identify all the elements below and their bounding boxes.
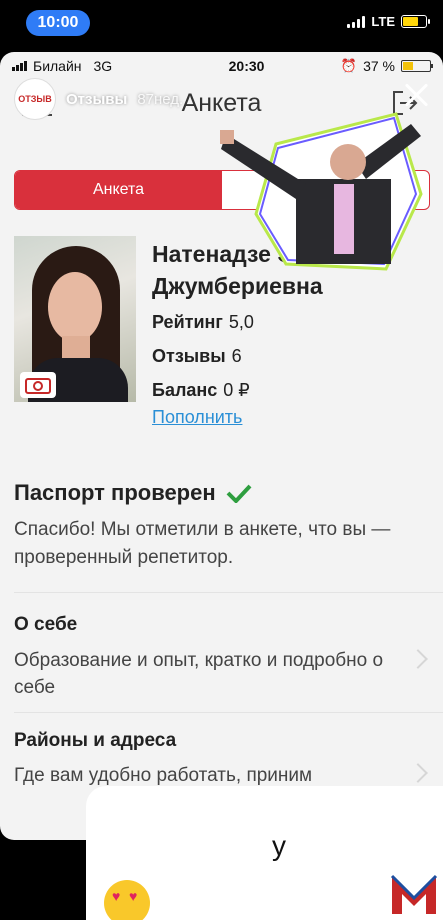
inner-time: 20:30 — [228, 58, 265, 74]
chevron-right-icon[interactable] — [408, 649, 428, 669]
signal-icon — [347, 15, 366, 28]
m-logo-icon — [390, 874, 438, 914]
dab-sticker — [220, 112, 423, 271]
inner-battery-icon — [401, 60, 433, 72]
camera-icon[interactable] — [20, 372, 56, 398]
carrier: Билайн — [33, 58, 82, 74]
divider — [14, 712, 443, 713]
story-age: 87нед. — [137, 90, 184, 108]
chevron-right-icon[interactable] — [408, 763, 428, 783]
network-type: LTE — [371, 14, 395, 29]
outer-status-right: LTE — [347, 14, 430, 29]
divider — [14, 592, 443, 593]
checkmark-icon — [226, 484, 252, 503]
story-card: Билайн 3G 20:30 ⏰ 37 % ОТЗЫВ Отзывы 87не… — [0, 52, 443, 840]
battery-icon — [401, 15, 430, 28]
inner-status-bar: Билайн 3G 20:30 ⏰ 37 % — [0, 52, 443, 80]
passport-status: Паспорт проверен — [14, 480, 252, 506]
tab-anketa[interactable]: Анкета — [15, 171, 222, 209]
rating: Рейтинг 5,0 — [152, 312, 254, 332]
section-about-text[interactable]: Образование и опыт, кратко и подробно о … — [14, 647, 394, 701]
balance: Баланс 0 ₽ — [152, 380, 250, 400]
inner-signal-icon — [12, 61, 27, 71]
close-icon[interactable] — [401, 80, 431, 110]
story-username[interactable]: Отзывы — [66, 91, 127, 108]
battery-percent: 37 % — [363, 58, 395, 74]
caption-text: у — [272, 830, 286, 861]
inner-network: 3G — [93, 58, 113, 74]
reviews-count: Отзывы 6 — [152, 346, 242, 366]
section-areas-title[interactable]: Районы и адреса — [14, 730, 176, 752]
section-about-title[interactable]: О себе — [14, 614, 77, 636]
alarm-icon: ⏰ — [340, 58, 358, 73]
heart-eyes-emoji-icon: ♥ ♥ — [104, 880, 150, 920]
passport-text: Спасибо! Мы отметили в анкете, что вы — … — [14, 519, 391, 568]
topup-link[interactable]: Пополнить — [152, 407, 242, 428]
profile-photo[interactable] — [14, 236, 136, 402]
status-time: 10:00 — [26, 10, 90, 36]
story-header: ОТЗЫВ Отзывы 87нед. — [14, 78, 183, 120]
story-avatar[interactable]: ОТЗЫВ — [14, 78, 56, 120]
outer-status-bar: 10:00 LTE — [0, 0, 443, 44]
section-areas-text[interactable]: Где вам удобно работать, приним — [14, 762, 394, 789]
